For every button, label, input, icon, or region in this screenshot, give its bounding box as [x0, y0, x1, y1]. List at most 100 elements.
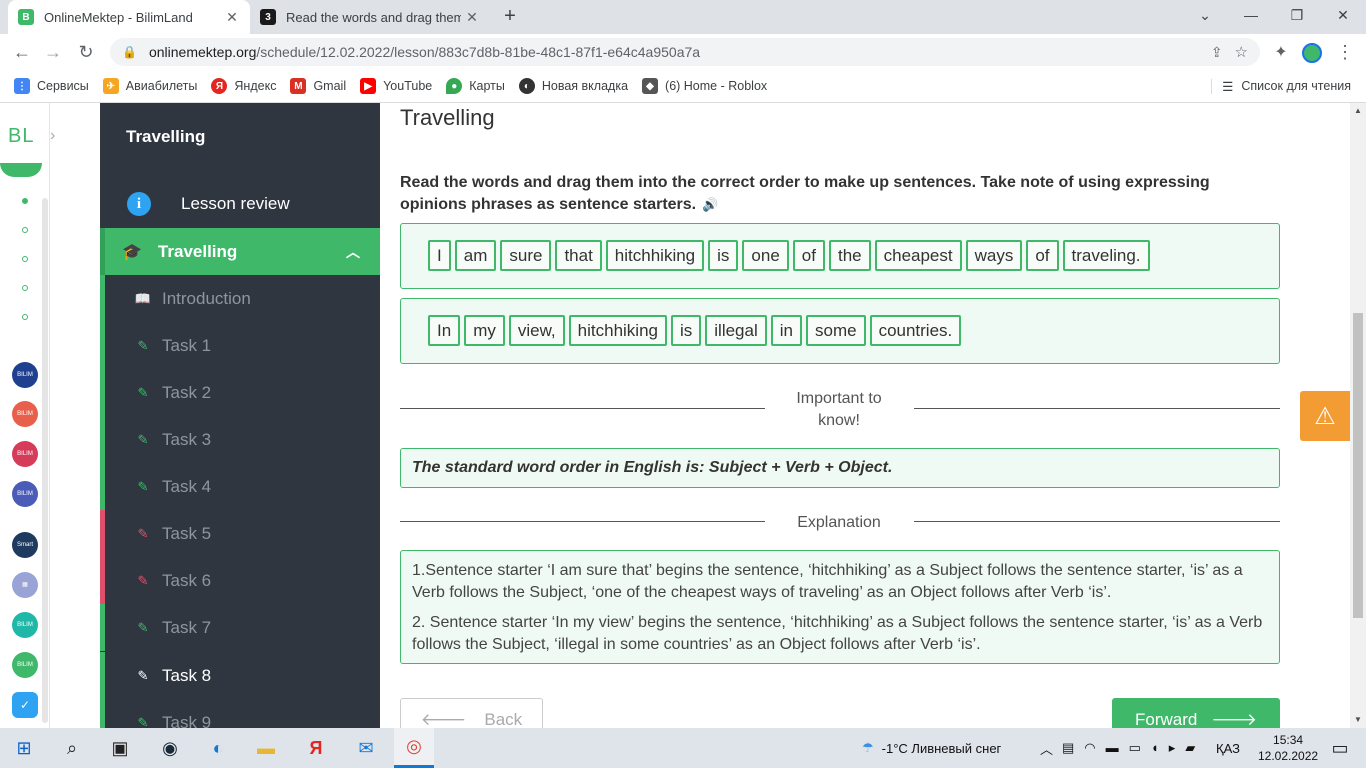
word-chip[interactable]: that: [555, 240, 602, 271]
address-bar[interactable]: 🔒 onlinemektep.org/schedule/12.02.2022/l…: [110, 38, 1260, 66]
word-chip[interactable]: hitchhiking: [568, 315, 667, 346]
restore-icon[interactable]: ❐: [1274, 0, 1320, 30]
lesson-review-link[interactable]: i Lesson review: [100, 179, 380, 229]
sidebar-item-introduction[interactable]: 📖 Introduction: [100, 275, 380, 322]
share-icon[interactable]: ⇪: [1211, 44, 1223, 61]
bookmark-maps[interactable]: ● Карты: [446, 78, 505, 94]
forward-arrow-icon[interactable]: →: [40, 39, 66, 65]
scrollbar-thumb[interactable]: [1353, 313, 1363, 618]
word-chip[interactable]: some: [805, 315, 866, 346]
tab-search-icon[interactable]: ⌄: [1182, 0, 1228, 30]
bilim-ustaz-icon[interactable]: BILIM: [12, 401, 38, 427]
sidebar-item-task-2[interactable]: ✎ Task 2: [100, 369, 380, 416]
word-chip[interactable]: view,: [508, 315, 565, 346]
task-view-icon[interactable]: ▣: [100, 728, 140, 768]
bilim-test-icon[interactable]: ✓: [12, 692, 38, 718]
word-chip[interactable]: In: [428, 315, 461, 346]
notifications-icon[interactable]: ▭: [1320, 728, 1360, 768]
search-icon[interactable]: ⌕: [52, 728, 92, 768]
bilim-land-icon[interactable]: BILIM: [12, 652, 38, 678]
new-tab-button[interactable]: +: [498, 5, 522, 29]
window-close-icon[interactable]: ✕: [1320, 0, 1366, 30]
word-chip[interactable]: ways: [965, 240, 1023, 271]
profile-avatar[interactable]: [1302, 43, 1322, 63]
bilim-media-icon[interactable]: BILIM: [12, 481, 38, 507]
bilim-tutor-icon[interactable]: BILIM: [12, 362, 38, 388]
sidebar-item-task-4[interactable]: ✎ Task 4: [100, 463, 380, 510]
weather-widget[interactable]: ☂ -1°C Ливневый снег: [862, 728, 1001, 768]
language-indicator[interactable]: ҚАЗ: [1216, 728, 1240, 768]
bookmark-services[interactable]: ⋮ Сервисы: [14, 78, 89, 94]
reading-list[interactable]: ☰ Список для чтения: [1211, 78, 1351, 94]
bookmark-new-tab[interactable]: ◐ Новая вкладка: [518, 78, 628, 94]
back-button[interactable]: 🡐 Back: [400, 698, 543, 728]
word-chip[interactable]: sure: [500, 240, 552, 271]
word-chip[interactable]: I: [428, 240, 451, 271]
rail-expand-chevron-icon[interactable]: ›: [50, 127, 70, 157]
close-icon[interactable]: ✕: [464, 9, 480, 26]
edge-icon[interactable]: ◐: [198, 728, 238, 768]
sidebar-item-task-3[interactable]: ✎ Task 3: [100, 416, 380, 463]
answer-box-2[interactable]: In my view, hitchhiking is illegal in some count…: [400, 298, 1280, 364]
bilim-class-icon[interactable]: BILIM: [12, 612, 38, 638]
scroll-up-icon[interactable]: ▲: [1350, 103, 1366, 117]
chevron-up-icon[interactable]: ︿: [346, 242, 360, 262]
sidebar-item-task-9[interactable]: ✎ Task 9: [100, 699, 380, 728]
sidebar-item-task-1[interactable]: ✎ Task 1: [100, 322, 380, 369]
word-chip[interactable]: traveling.: [1062, 240, 1150, 271]
mail-icon[interactable]: ✉: [346, 728, 386, 768]
sidebar-item-task-8[interactable]: ✎ Task 8: [100, 652, 380, 699]
word-chip[interactable]: cheapest: [874, 240, 962, 271]
word-chip[interactable]: countries.: [869, 315, 962, 346]
bookmark-star-icon[interactable]: ☆: [1235, 43, 1248, 61]
word-chip[interactable]: am: [454, 240, 497, 271]
bilimland-logo[interactable]: BL: [8, 125, 34, 148]
word-chip[interactable]: my: [464, 315, 505, 346]
smart-nation-icon[interactable]: Smart: [12, 532, 38, 558]
minimize-icon[interactable]: —: [1228, 0, 1274, 30]
answer-box-1[interactable]: Iam sure that hitchhiking is one of the cheapest…: [400, 223, 1280, 289]
rail-dot[interactable]: [22, 198, 28, 204]
word-chip[interactable]: is: [670, 315, 702, 346]
steam-icon[interactable]: ◉: [150, 728, 190, 768]
back-arrow-icon[interactable]: ←: [9, 39, 35, 65]
word-chip[interactable]: one: [742, 240, 789, 271]
clock[interactable]: 15:34 12.02.2022: [1258, 728, 1318, 768]
tab-onlinemektep[interactable]: B OnlineMektep - BilimLand ✕: [8, 0, 250, 34]
windows-start-icon[interactable]: ⊞: [4, 728, 44, 768]
bilim-book-icon[interactable]: ▦: [12, 572, 38, 598]
sidebar-item-task-5[interactable]: ✎ Task 5: [100, 510, 380, 557]
bookmark-youtube[interactable]: ▶ YouTube: [360, 78, 432, 94]
scroll-down-icon[interactable]: ▼: [1350, 712, 1366, 726]
reload-icon[interactable]: ↻: [73, 39, 99, 65]
module-travelling[interactable]: 🎓 Travelling ︿: [100, 228, 380, 275]
sidebar-item-task-7[interactable]: ✎ Task 7: [100, 604, 380, 651]
word-chip[interactable]: of: [792, 240, 825, 271]
menu-icon[interactable]: ⋮: [1332, 39, 1358, 65]
forward-button[interactable]: Forward 🡒: [1112, 698, 1280, 728]
rail-dot[interactable]: [22, 285, 28, 291]
bookmark-roblox[interactable]: ◆ (6) Home - Roblox: [642, 78, 767, 94]
report-warning-icon[interactable]: ⚠: [1300, 391, 1350, 441]
word-chip[interactable]: is: [708, 240, 739, 271]
system-tray-icons[interactable]: ▤◠▬▭◖▸▰: [1062, 728, 1205, 768]
word-chip[interactable]: of: [1026, 240, 1059, 271]
tab-exercise[interactable]: 3 Read the words and drag them in ✕: [250, 0, 490, 34]
sidebar-item-task-6[interactable]: ✎ Task 6: [100, 557, 380, 604]
extensions-icon[interactable]: ✦: [1268, 39, 1294, 65]
word-chip[interactable]: illegal: [705, 315, 767, 346]
word-chip[interactable]: the: [828, 240, 871, 271]
file-explorer-icon[interactable]: ▬: [246, 728, 286, 768]
rail-dot[interactable]: [22, 256, 28, 262]
bookmark-aviabilety[interactable]: ✈ Авиабилеты: [102, 78, 197, 94]
bookmark-yandex[interactable]: Я Яндекс: [211, 78, 276, 94]
rail-dot[interactable]: [22, 314, 28, 320]
rail-dot[interactable]: [22, 227, 28, 233]
word-chip[interactable]: hitchhiking: [605, 240, 705, 271]
bilim-shop-icon[interactable]: BILIM: [12, 441, 38, 467]
tray-chevron-icon[interactable]: ︿: [1040, 728, 1053, 768]
speaker-icon[interactable]: 🔊: [702, 197, 718, 212]
yandex-browser-icon[interactable]: Я: [296, 728, 336, 768]
chrome-icon[interactable]: ◎: [394, 728, 434, 768]
close-icon[interactable]: ✕: [224, 9, 240, 26]
